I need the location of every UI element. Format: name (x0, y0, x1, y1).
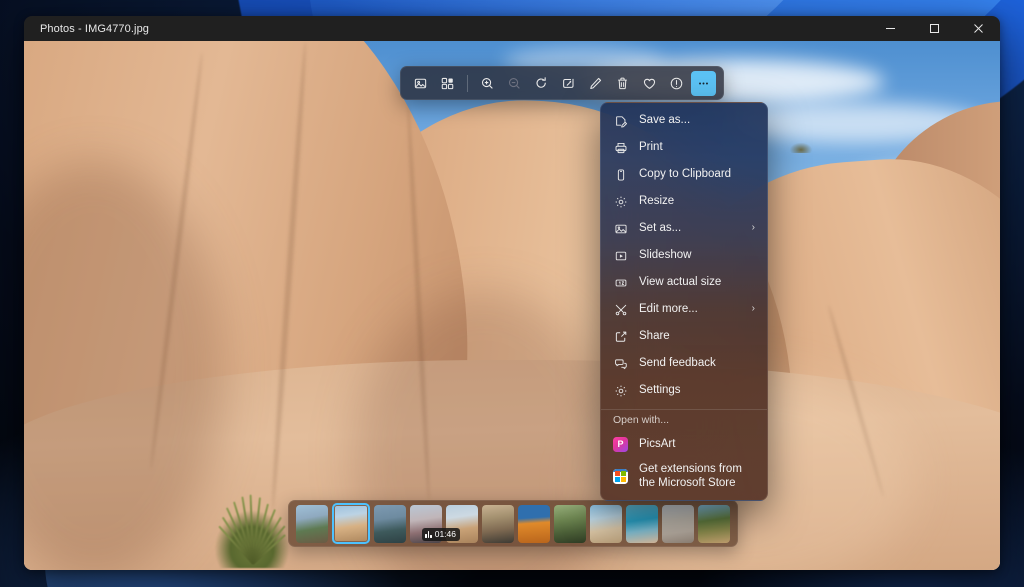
menu-label: Copy to Clipboard (639, 167, 757, 181)
menu-item-set-as[interactable]: Set as... › (601, 215, 767, 242)
menu-item-edit-more[interactable]: Edit more... › (601, 296, 767, 323)
menu-item-send-feedback[interactable]: Send feedback (601, 350, 767, 377)
print-icon (613, 140, 628, 155)
menu-label: Slideshow (639, 248, 757, 262)
thumbnail-video-wrapper: 01:46 (410, 505, 442, 543)
microsoft-store-icon (613, 469, 628, 484)
thumbnail-item[interactable] (482, 505, 514, 543)
title-bar[interactable]: Photos - IMG4770.jpg (24, 16, 1000, 41)
photo-viewer[interactable] (24, 41, 1000, 570)
menu-separator (601, 409, 767, 410)
picsart-app-icon: P (613, 437, 628, 452)
menu-label: Settings (639, 383, 757, 397)
thumbnail-item[interactable] (590, 505, 622, 543)
info-icon[interactable] (664, 71, 689, 96)
zoom-in-icon[interactable] (475, 71, 500, 96)
menu-label: Save as... (639, 113, 757, 127)
open-with-header: Open with... (601, 412, 767, 431)
compare-icon[interactable] (435, 71, 460, 96)
thumbnail-item[interactable] (626, 505, 658, 543)
menu-label: Edit more... (639, 302, 741, 316)
thumbnail-item[interactable] (698, 505, 730, 543)
delete-icon[interactable] (610, 71, 635, 96)
rotate-icon[interactable] (529, 71, 554, 96)
thumbnail-item[interactable] (296, 505, 328, 543)
gallery-icon[interactable] (408, 71, 433, 96)
toolbar-separator (467, 75, 468, 92)
desktop: Photos - IMG4770.jpg (0, 0, 1024, 587)
menu-label: Set as... (639, 221, 741, 235)
more-options-icon[interactable] (691, 71, 716, 96)
zoom-out-icon[interactable] (502, 71, 527, 96)
thumbnail-item[interactable] (554, 505, 586, 543)
maximize-button[interactable] (912, 16, 956, 41)
thumbnail-filmstrip[interactable]: 01:46 (288, 500, 738, 547)
chevron-right-icon: › (752, 222, 757, 235)
menu-label: Get extensions from the Microsoft Store (639, 462, 757, 491)
edit-more-icon (613, 302, 628, 317)
feedback-icon (613, 356, 628, 371)
menu-label: View actual size (639, 275, 757, 289)
resize-icon (613, 194, 628, 209)
small-shrub (786, 137, 816, 153)
close-button[interactable] (956, 16, 1000, 41)
menu-label: PicsArt (639, 437, 757, 451)
menu-item-resize[interactable]: Resize (601, 188, 767, 215)
menu-item-share[interactable]: Share (601, 323, 767, 350)
slideshow-icon (613, 248, 628, 263)
video-duration: 01:46 (435, 529, 456, 539)
settings-icon (613, 383, 628, 398)
photos-app-window: Photos - IMG4770.jpg (24, 16, 1000, 570)
menu-item-view-actual-size[interactable]: View actual size (601, 269, 767, 296)
thumbnail-item-selected[interactable] (332, 503, 370, 544)
desert-bush (206, 482, 298, 568)
thumbnail-item[interactable] (662, 505, 694, 543)
actual-size-icon (613, 275, 628, 290)
menu-label: Resize (639, 194, 757, 208)
thumbnail-item[interactable] (374, 505, 406, 543)
menu-item-print[interactable]: Print (601, 134, 767, 161)
thumbnail-item[interactable] (518, 505, 550, 543)
menu-item-copy-to-clipboard[interactable]: Copy to Clipboard (601, 161, 767, 188)
window-title: Photos - IMG4770.jpg (24, 23, 149, 35)
edit-icon[interactable] (583, 71, 608, 96)
menu-item-get-extensions[interactable]: Get extensions from the Microsoft Store (601, 458, 767, 495)
menu-item-slideshow[interactable]: Slideshow (601, 242, 767, 269)
menu-label: Send feedback (639, 356, 757, 370)
share-icon (613, 329, 628, 344)
minimize-button[interactable] (868, 16, 912, 41)
menu-label: Share (639, 329, 757, 343)
video-duration-badge: 01:46 (422, 528, 460, 541)
save-as-icon (613, 113, 628, 128)
clipboard-icon (613, 167, 628, 182)
menu-label: Print (639, 140, 757, 154)
menu-item-picsart[interactable]: P PicsArt (601, 431, 767, 458)
video-icon (425, 531, 432, 538)
menu-item-save-as[interactable]: Save as... (601, 107, 767, 134)
image-toolbar (400, 66, 724, 100)
set-as-icon (613, 221, 628, 236)
menu-item-settings[interactable]: Settings (601, 377, 767, 404)
crop-icon[interactable] (556, 71, 581, 96)
chevron-right-icon: › (752, 303, 757, 316)
window-controls (868, 16, 1000, 41)
more-options-menu: Save as... Print (600, 102, 768, 501)
favorite-icon[interactable] (637, 71, 662, 96)
